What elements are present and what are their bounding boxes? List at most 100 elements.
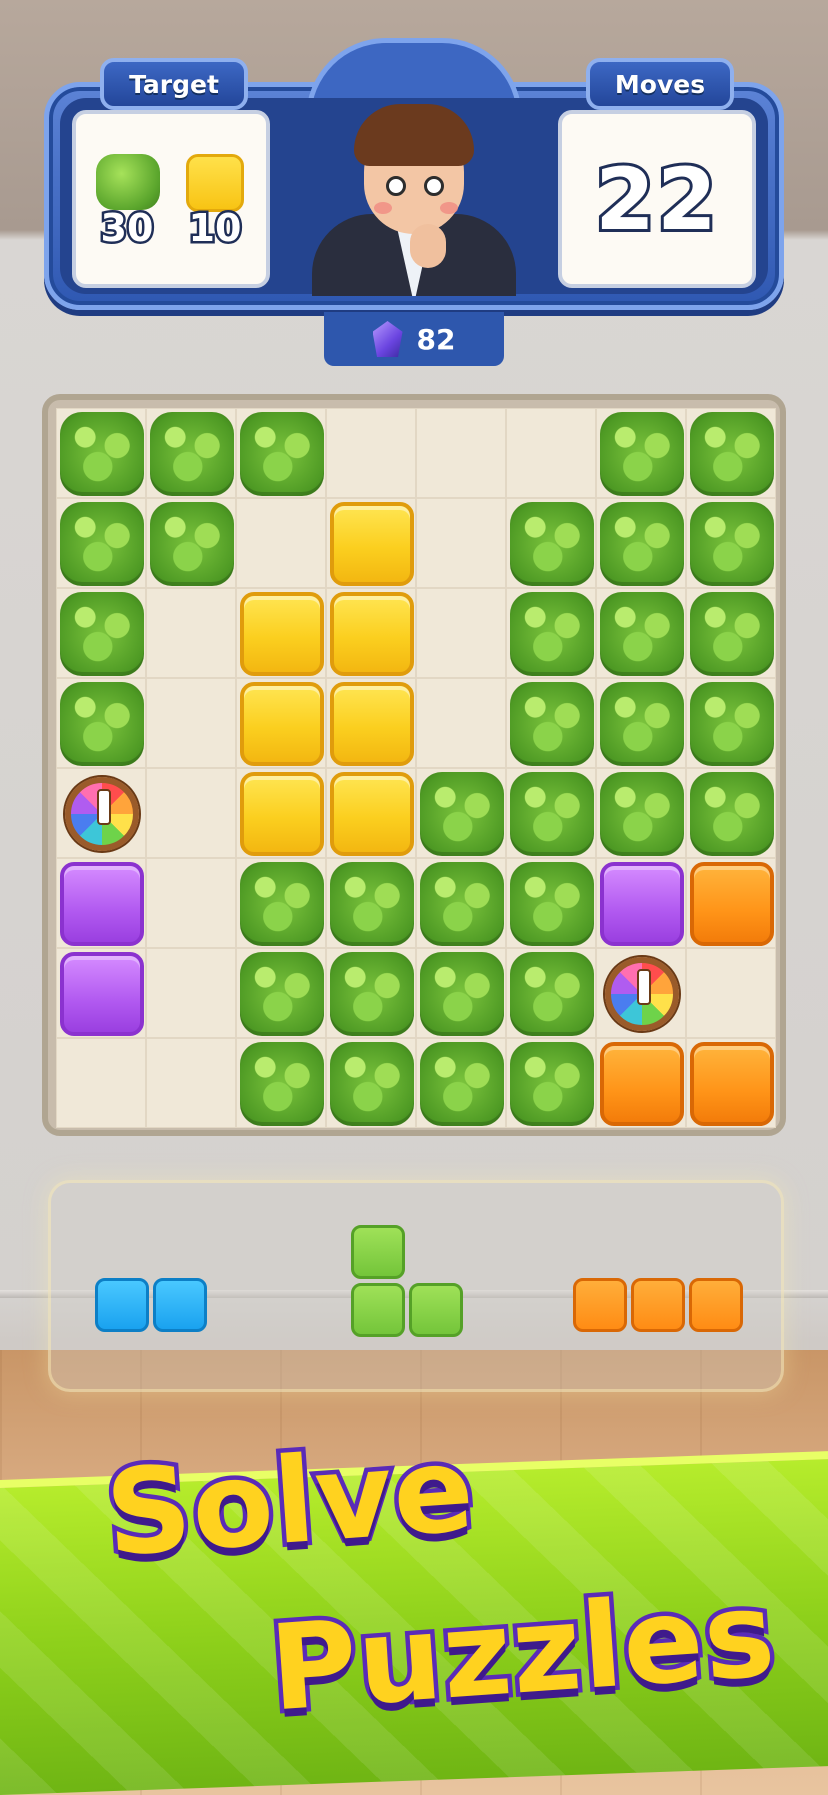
board-cell[interactable] bbox=[416, 498, 506, 588]
leaf-block bbox=[690, 502, 774, 586]
board-cell[interactable] bbox=[506, 408, 596, 498]
board-cell[interactable] bbox=[326, 1038, 416, 1128]
goal-yellow-count: 10 bbox=[186, 204, 244, 253]
board-cell[interactable] bbox=[236, 858, 326, 948]
board-cell[interactable] bbox=[596, 858, 686, 948]
board-cell[interactable] bbox=[416, 678, 506, 768]
board-cell[interactable] bbox=[146, 948, 236, 1038]
leaf-block bbox=[60, 412, 144, 496]
leaf-block bbox=[690, 682, 774, 766]
board-cell[interactable] bbox=[596, 498, 686, 588]
board-cell[interactable] bbox=[326, 678, 416, 768]
board-cell[interactable] bbox=[146, 768, 236, 858]
board-cell[interactable] bbox=[56, 408, 146, 498]
leaf-block bbox=[510, 952, 594, 1036]
board-cell[interactable] bbox=[236, 948, 326, 1038]
board-cell[interactable] bbox=[326, 948, 416, 1038]
board-cell[interactable] bbox=[686, 768, 776, 858]
leaf-block bbox=[690, 592, 774, 676]
board-cell[interactable] bbox=[506, 858, 596, 948]
spin-wheel-icon bbox=[605, 957, 679, 1031]
target-label: Target bbox=[100, 58, 248, 110]
board-cell[interactable] bbox=[326, 408, 416, 498]
board-cell[interactable] bbox=[326, 858, 416, 948]
board-cell[interactable] bbox=[506, 948, 596, 1038]
blue-piece-block bbox=[153, 1278, 207, 1332]
leaf-block bbox=[60, 502, 144, 586]
leaf-block bbox=[330, 952, 414, 1036]
leaf-block bbox=[150, 412, 234, 496]
leaf-block bbox=[510, 862, 594, 946]
board-cell[interactable] bbox=[416, 858, 506, 948]
purple-block bbox=[60, 952, 144, 1036]
board-cell[interactable] bbox=[416, 408, 506, 498]
board-cell[interactable] bbox=[236, 768, 326, 858]
board-cell[interactable] bbox=[686, 498, 776, 588]
board-cell[interactable] bbox=[56, 678, 146, 768]
green-piece-block bbox=[351, 1225, 405, 1279]
gem-counter[interactable]: 82 bbox=[324, 312, 504, 366]
leaf-block bbox=[510, 592, 594, 676]
board-cell[interactable] bbox=[686, 588, 776, 678]
board-cell[interactable] bbox=[686, 948, 776, 1038]
board-cell[interactable] bbox=[596, 678, 686, 768]
board-cell[interactable] bbox=[146, 678, 236, 768]
leaf-block bbox=[510, 502, 594, 586]
board-cell[interactable] bbox=[686, 1038, 776, 1128]
yellow-block-icon bbox=[186, 154, 244, 212]
yellow-block bbox=[330, 592, 414, 676]
yellow-block bbox=[330, 682, 414, 766]
board-cell[interactable] bbox=[596, 408, 686, 498]
leaf-block bbox=[240, 1042, 324, 1126]
board-cell[interactable] bbox=[326, 498, 416, 588]
piece-tray bbox=[48, 1180, 784, 1392]
board-cell[interactable] bbox=[56, 948, 146, 1038]
board-cell[interactable] bbox=[596, 588, 686, 678]
orange-block bbox=[690, 862, 774, 946]
board-cell[interactable] bbox=[506, 768, 596, 858]
board-cell[interactable] bbox=[596, 1038, 686, 1128]
board-cell[interactable] bbox=[506, 588, 596, 678]
board-cell[interactable] bbox=[506, 678, 596, 768]
yellow-block bbox=[240, 592, 324, 676]
board-cell[interactable] bbox=[146, 588, 236, 678]
yellow-block bbox=[240, 772, 324, 856]
board-cell[interactable] bbox=[236, 588, 326, 678]
leaf-block bbox=[690, 412, 774, 496]
board-cell[interactable] bbox=[506, 498, 596, 588]
board-cell[interactable] bbox=[416, 1038, 506, 1128]
board-cell[interactable] bbox=[236, 408, 326, 498]
board-cell[interactable] bbox=[416, 768, 506, 858]
avatar-eye-left bbox=[386, 176, 406, 196]
board-cell[interactable] bbox=[236, 678, 326, 768]
board-cell[interactable] bbox=[146, 408, 236, 498]
board-cell[interactable] bbox=[596, 768, 686, 858]
board-cell[interactable] bbox=[416, 588, 506, 678]
leaf-block bbox=[600, 412, 684, 496]
board-cell[interactable] bbox=[236, 1038, 326, 1128]
board-cell[interactable] bbox=[56, 858, 146, 948]
board-cell[interactable] bbox=[146, 498, 236, 588]
leaf-block bbox=[330, 1042, 414, 1126]
board-cell[interactable] bbox=[506, 1038, 596, 1128]
board-cell[interactable] bbox=[416, 948, 506, 1038]
board-cell[interactable] bbox=[146, 858, 236, 948]
leaf-block bbox=[60, 682, 144, 766]
leaf-block bbox=[600, 682, 684, 766]
board-cell[interactable] bbox=[56, 588, 146, 678]
board-cell[interactable] bbox=[56, 498, 146, 588]
board-cell[interactable] bbox=[596, 948, 686, 1038]
board-cell[interactable] bbox=[686, 408, 776, 498]
board-cell[interactable] bbox=[326, 768, 416, 858]
board-cell[interactable] bbox=[236, 498, 326, 588]
board-cell[interactable] bbox=[686, 858, 776, 948]
board-grid[interactable] bbox=[56, 408, 776, 1128]
board-cell[interactable] bbox=[56, 1038, 146, 1128]
board-cell[interactable] bbox=[686, 678, 776, 768]
avatar-hand bbox=[410, 224, 446, 268]
board-cell[interactable] bbox=[326, 588, 416, 678]
board-cell[interactable] bbox=[146, 1038, 236, 1128]
board-cell[interactable] bbox=[56, 768, 146, 858]
avatar-hair bbox=[354, 104, 474, 166]
leaf-block bbox=[510, 772, 594, 856]
